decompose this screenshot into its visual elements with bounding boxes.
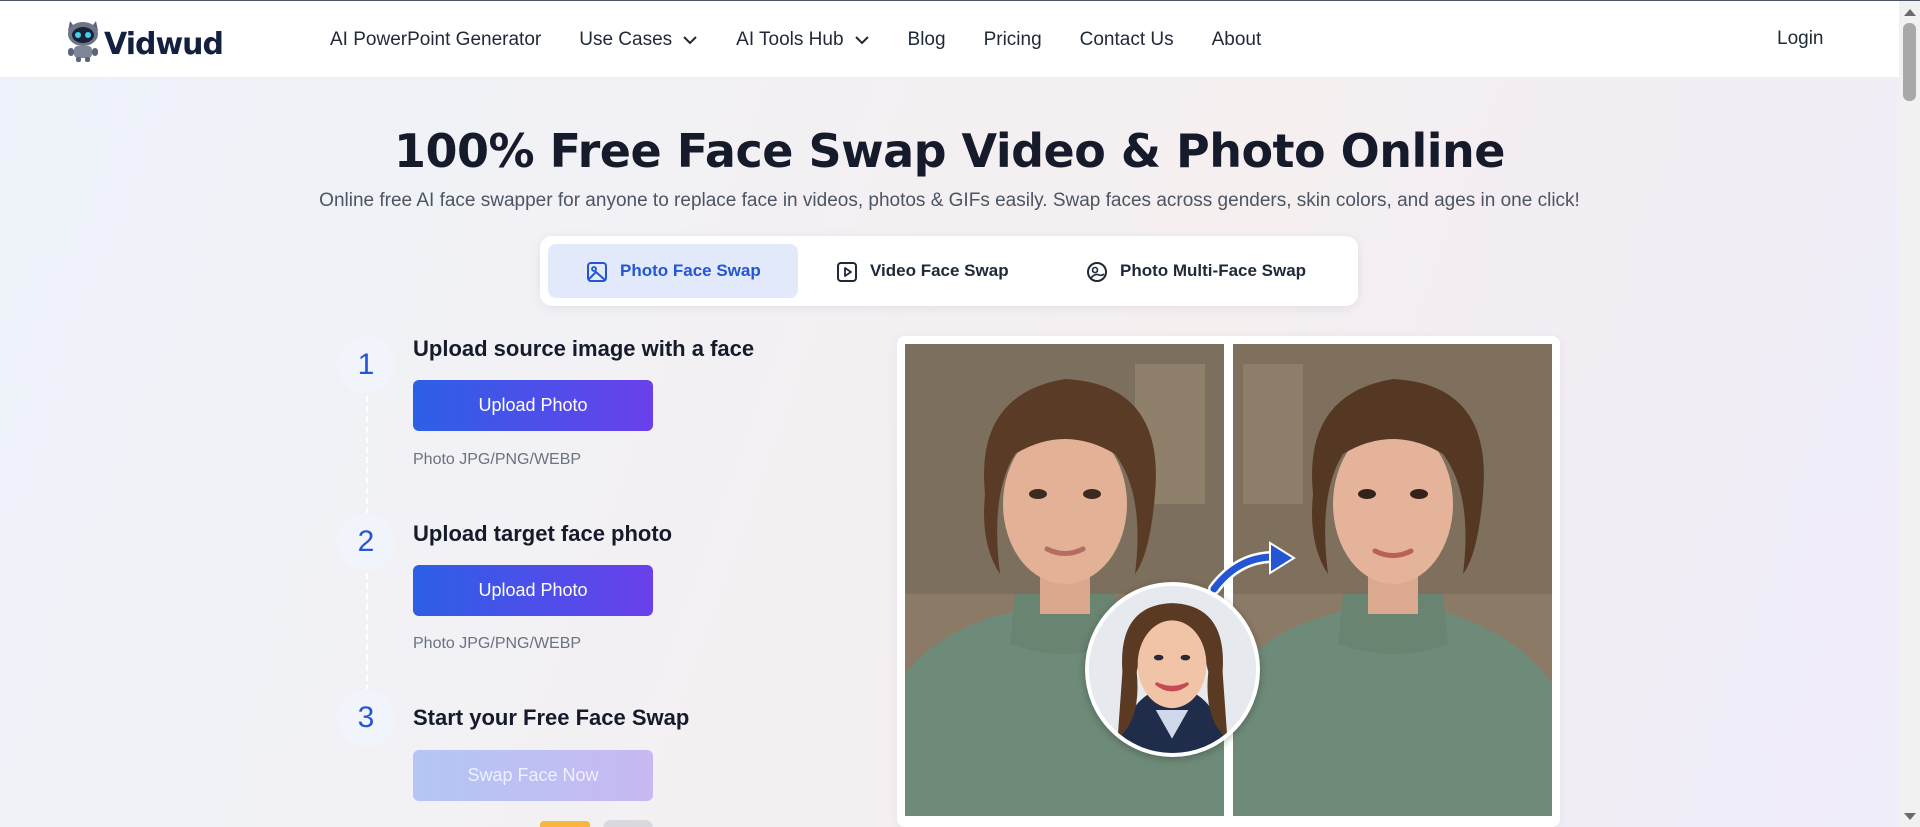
brand-name: Vidwud <box>104 26 224 62</box>
step-title: Upload target face photo <box>413 521 673 546</box>
nav-pricing[interactable]: Pricing <box>984 29 1042 51</box>
login-link[interactable]: Login <box>1777 28 1824 50</box>
mode-tabs: Photo Face Swap Video Face Swap Photo Mu… <box>540 236 1358 306</box>
scroll-up-arrow-icon[interactable] <box>1904 9 1916 16</box>
tab-photo-face-swap[interactable]: Photo Face Swap <box>548 244 798 298</box>
brand-logo[interactable]: Vidwud <box>64 17 224 63</box>
main-nav: AI PowerPoint Generator Use Cases AI Too… <box>330 1 1299 78</box>
robot-mascot-icon <box>68 21 98 62</box>
scrollbar-thumb[interactable] <box>1903 23 1916 101</box>
nav-label: Blog <box>907 28 946 50</box>
page-subtitle: Online free AI face swapper for anyone t… <box>319 190 1580 211</box>
tab-video-face-swap[interactable]: Video Face Swap <box>798 244 1048 298</box>
step-number: 3 <box>337 689 395 747</box>
nav-label: About <box>1211 28 1262 50</box>
nav-label: AI Tools Hub <box>736 28 844 50</box>
nav-label: Contact Us <box>1079 28 1174 50</box>
nav-label: Use Cases <box>579 28 673 50</box>
tab-label: Photo Face Swap <box>620 261 761 280</box>
target-face-inset <box>1085 582 1260 757</box>
credit-badge <box>540 821 590 827</box>
nav-contact-us[interactable]: Contact Us <box>1080 29 1174 51</box>
nav-about[interactable]: About <box>1212 29 1262 51</box>
step-connector <box>366 396 368 514</box>
nav-ai-tools-hub[interactable]: AI Tools Hub <box>736 29 869 51</box>
tab-photo-multi-face-swap[interactable]: Photo Multi-Face Swap <box>1048 244 1348 298</box>
step-connector <box>366 573 368 691</box>
site-header: Vidwud AI PowerPoint Generator Use Cases… <box>0 1 1899 78</box>
nav-label: Pricing <box>983 28 1042 50</box>
tab-label: Video Face Swap <box>870 261 1009 280</box>
format-hint: Photo JPG/PNG/WEBP <box>413 635 582 652</box>
step-title: Upload source image with a face <box>413 336 755 361</box>
image-icon <box>587 262 607 282</box>
chevron-down-icon <box>683 35 697 44</box>
step-title: Start your Free Face Swap <box>413 705 690 730</box>
page-scrollbar[interactable] <box>1899 1 1920 827</box>
swap-arrow-icon <box>1208 541 1296 595</box>
tab-label: Photo Multi-Face Swap <box>1120 261 1307 280</box>
video-play-icon <box>837 262 857 282</box>
format-hint: Photo JPG/PNG/WEBP <box>413 451 582 468</box>
nav-use-cases[interactable]: Use Cases <box>579 29 698 51</box>
upload-target-photo-button[interactable]: Upload Photo <box>413 565 653 616</box>
swap-face-now-button[interactable]: Swap Face Now <box>413 750 653 801</box>
nav-ai-powerpoint-generator[interactable]: AI PowerPoint Generator <box>330 29 541 51</box>
multi-face-icon <box>1087 262 1107 282</box>
target-face-image <box>1089 586 1256 753</box>
option-toggle[interactable] <box>603 820 653 827</box>
page-title: 100% Free Face Swap Video & Photo Online <box>394 124 1506 178</box>
chevron-down-icon <box>854 35 869 44</box>
scroll-down-arrow-icon[interactable] <box>1904 813 1916 820</box>
step-number: 1 <box>337 336 395 394</box>
nav-label: AI PowerPoint Generator <box>330 28 542 50</box>
upload-source-photo-button[interactable]: Upload Photo <box>413 380 653 431</box>
step-number: 2 <box>337 513 395 571</box>
nav-blog[interactable]: Blog <box>908 29 946 51</box>
